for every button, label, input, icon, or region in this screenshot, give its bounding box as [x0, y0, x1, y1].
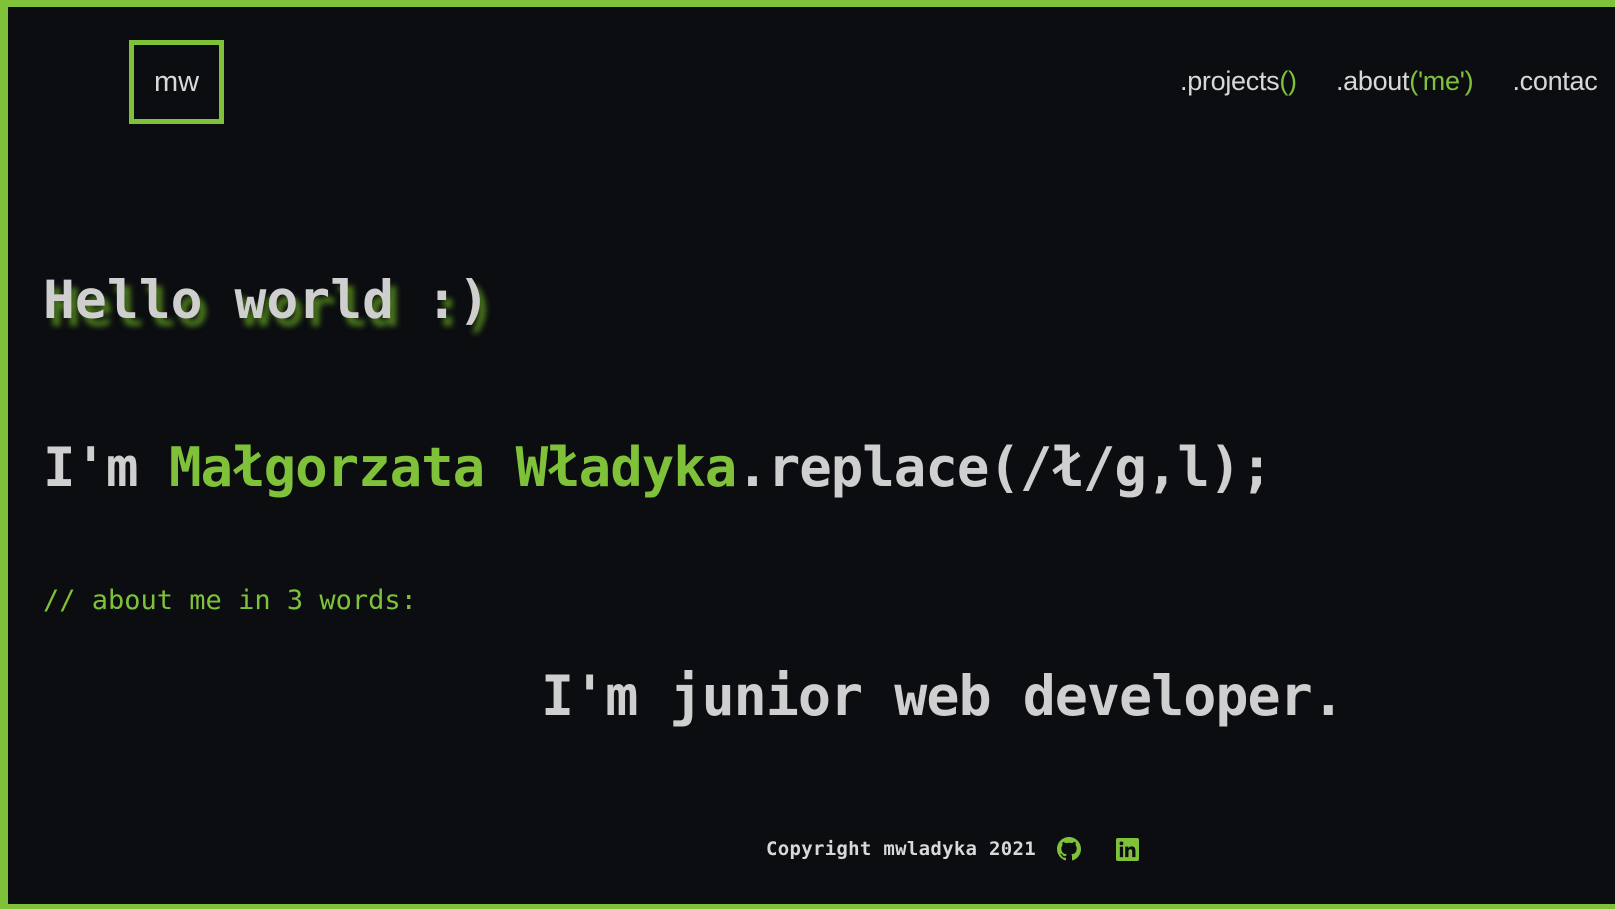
intro-suffix: .replace(/ł/g,l); — [736, 436, 1273, 499]
logo-link[interactable]: mw — [129, 40, 224, 124]
hero-intro: I'm Małgorzata Władyka.replace(/ł/g,l); — [43, 436, 1273, 499]
hero-greeting: Hello world :) — [43, 270, 490, 331]
linkedin-icon — [1115, 837, 1139, 861]
logo-text: mw — [153, 65, 200, 98]
nav-link-about-arg: 'me' — [1417, 66, 1465, 96]
nav-link-about[interactable]: .about('me') — [1335, 66, 1474, 96]
about-comment: // about me in 3 words: — [43, 585, 417, 616]
intro-prefix: I'm — [43, 436, 170, 499]
nav-link-contact[interactable]: .contac — [1512, 66, 1597, 96]
footer: Copyright mwladyka 2021 — [766, 836, 1140, 862]
nav-link-contact-name: .contac — [1512, 66, 1598, 96]
nav-link-about-paren-open: ( — [1409, 66, 1418, 96]
nav-link-about-paren-close: ) — [1464, 66, 1474, 96]
linkedin-link[interactable] — [1114, 836, 1140, 862]
nav-link-about-name: .about — [1335, 66, 1410, 96]
nav-link-projects-paren-open: ( — [1279, 66, 1289, 96]
nav-link-projects-paren-close: ) — [1288, 66, 1297, 96]
nav-link-projects-name: .projects — [1180, 66, 1280, 96]
github-link[interactable] — [1056, 836, 1082, 862]
main-nav: .projects() .about('me') .contac — [1180, 66, 1615, 97]
copyright-text: Copyright mwladyka 2021 — [766, 838, 1036, 860]
intro-name: Małgorzata Władyka — [169, 436, 737, 499]
github-icon — [1057, 837, 1081, 861]
typed-text: I'm junior web developer. — [541, 664, 1345, 728]
nav-link-projects[interactable]: .projects() — [1180, 66, 1297, 96]
